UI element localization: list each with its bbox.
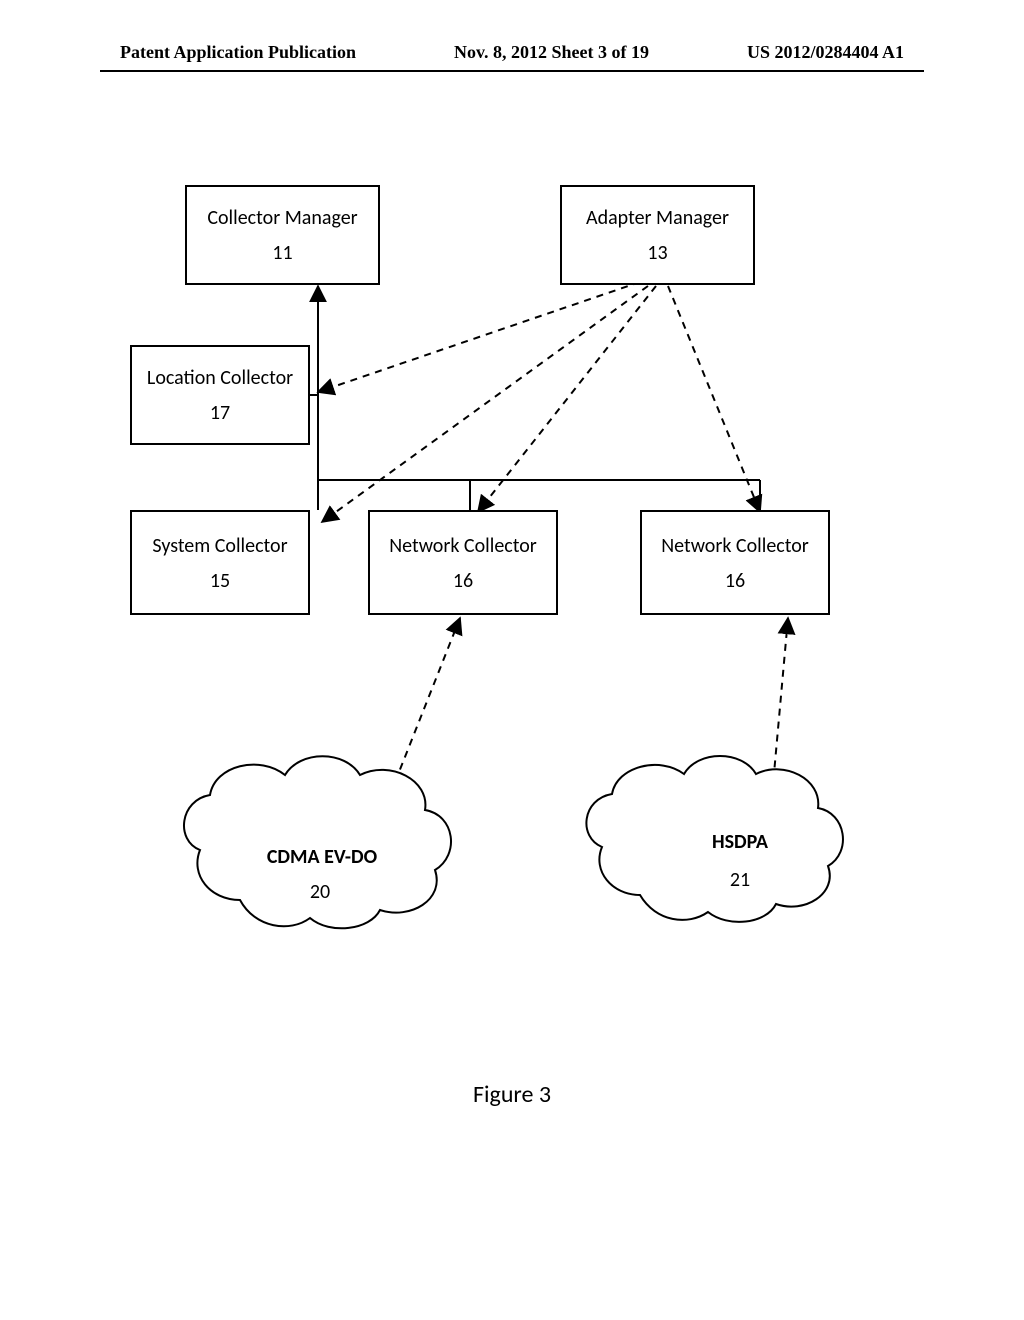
figure-caption: Figure 3	[0, 1080, 1024, 1109]
box-system-collector: System Collector 15	[130, 510, 310, 615]
box-number: 15	[136, 571, 304, 591]
box-network-collector-a: Network Collector 16	[368, 510, 558, 615]
cloud-label-hsdpa: HSDPA	[650, 830, 830, 854]
cloud-label-cdma: CDMA EV-DO	[232, 845, 412, 869]
box-title: Adapter Manager	[566, 207, 749, 229]
solid-connectors	[300, 286, 760, 510]
box-adapter-manager: Adapter Manager 13	[560, 185, 755, 285]
cloud-number-hsdpa: 21	[710, 868, 770, 892]
box-number: 16	[374, 571, 552, 591]
box-network-collector-b: Network Collector 16	[640, 510, 830, 615]
box-number: 17	[136, 403, 304, 423]
page: Patent Application Publication Nov. 8, 2…	[0, 0, 1024, 1320]
box-title: Network Collector	[646, 535, 824, 557]
box-number: 16	[646, 571, 824, 591]
dashed-adapter-links	[318, 282, 760, 522]
box-title: Location Collector	[136, 367, 304, 389]
box-number: 11	[191, 243, 374, 263]
diagram-svg	[0, 0, 1024, 1320]
box-number: 13	[566, 243, 749, 263]
cloud-number-cdma: 20	[290, 880, 350, 904]
box-location-collector: Location Collector 17	[130, 345, 310, 445]
box-title: System Collector	[136, 535, 304, 557]
box-title: Collector Manager	[191, 207, 374, 229]
box-title: Network Collector	[374, 535, 552, 557]
box-collector-manager: Collector Manager 11	[185, 185, 380, 285]
